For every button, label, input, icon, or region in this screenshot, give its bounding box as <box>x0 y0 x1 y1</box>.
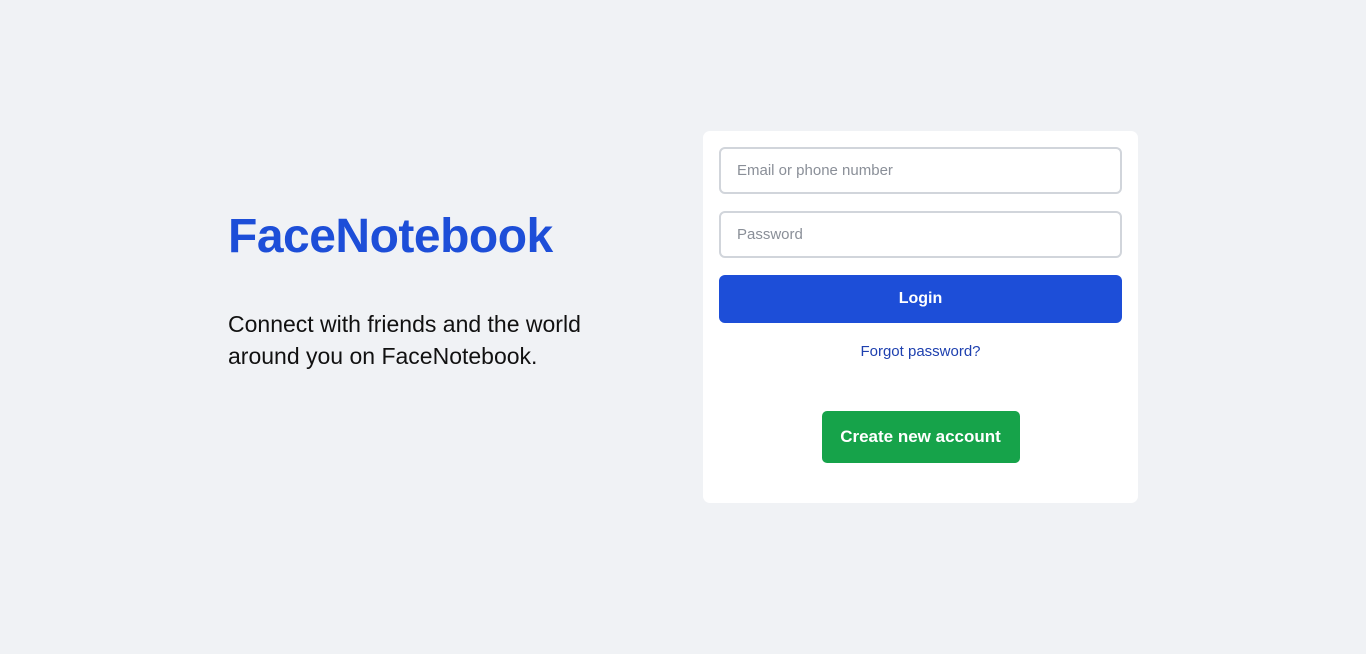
create-account-section: Create new account <box>719 411 1122 463</box>
email-input[interactable] <box>719 147 1122 194</box>
create-account-button[interactable]: Create new account <box>821 411 1020 463</box>
login-page: FaceNotebook Connect with friends and th… <box>0 0 1366 654</box>
brand-section: FaceNotebook Connect with friends and th… <box>228 206 648 372</box>
login-button[interactable]: Login <box>719 275 1122 323</box>
brand-logo-text: FaceNotebook <box>228 210 553 263</box>
forgot-password-link[interactable]: Forgot password? <box>719 342 1122 362</box>
login-card: Login Forgot password? Create new accoun… <box>703 131 1138 503</box>
password-input[interactable] <box>719 211 1122 258</box>
brand-tagline: Connect with friends and the world aroun… <box>228 311 581 369</box>
